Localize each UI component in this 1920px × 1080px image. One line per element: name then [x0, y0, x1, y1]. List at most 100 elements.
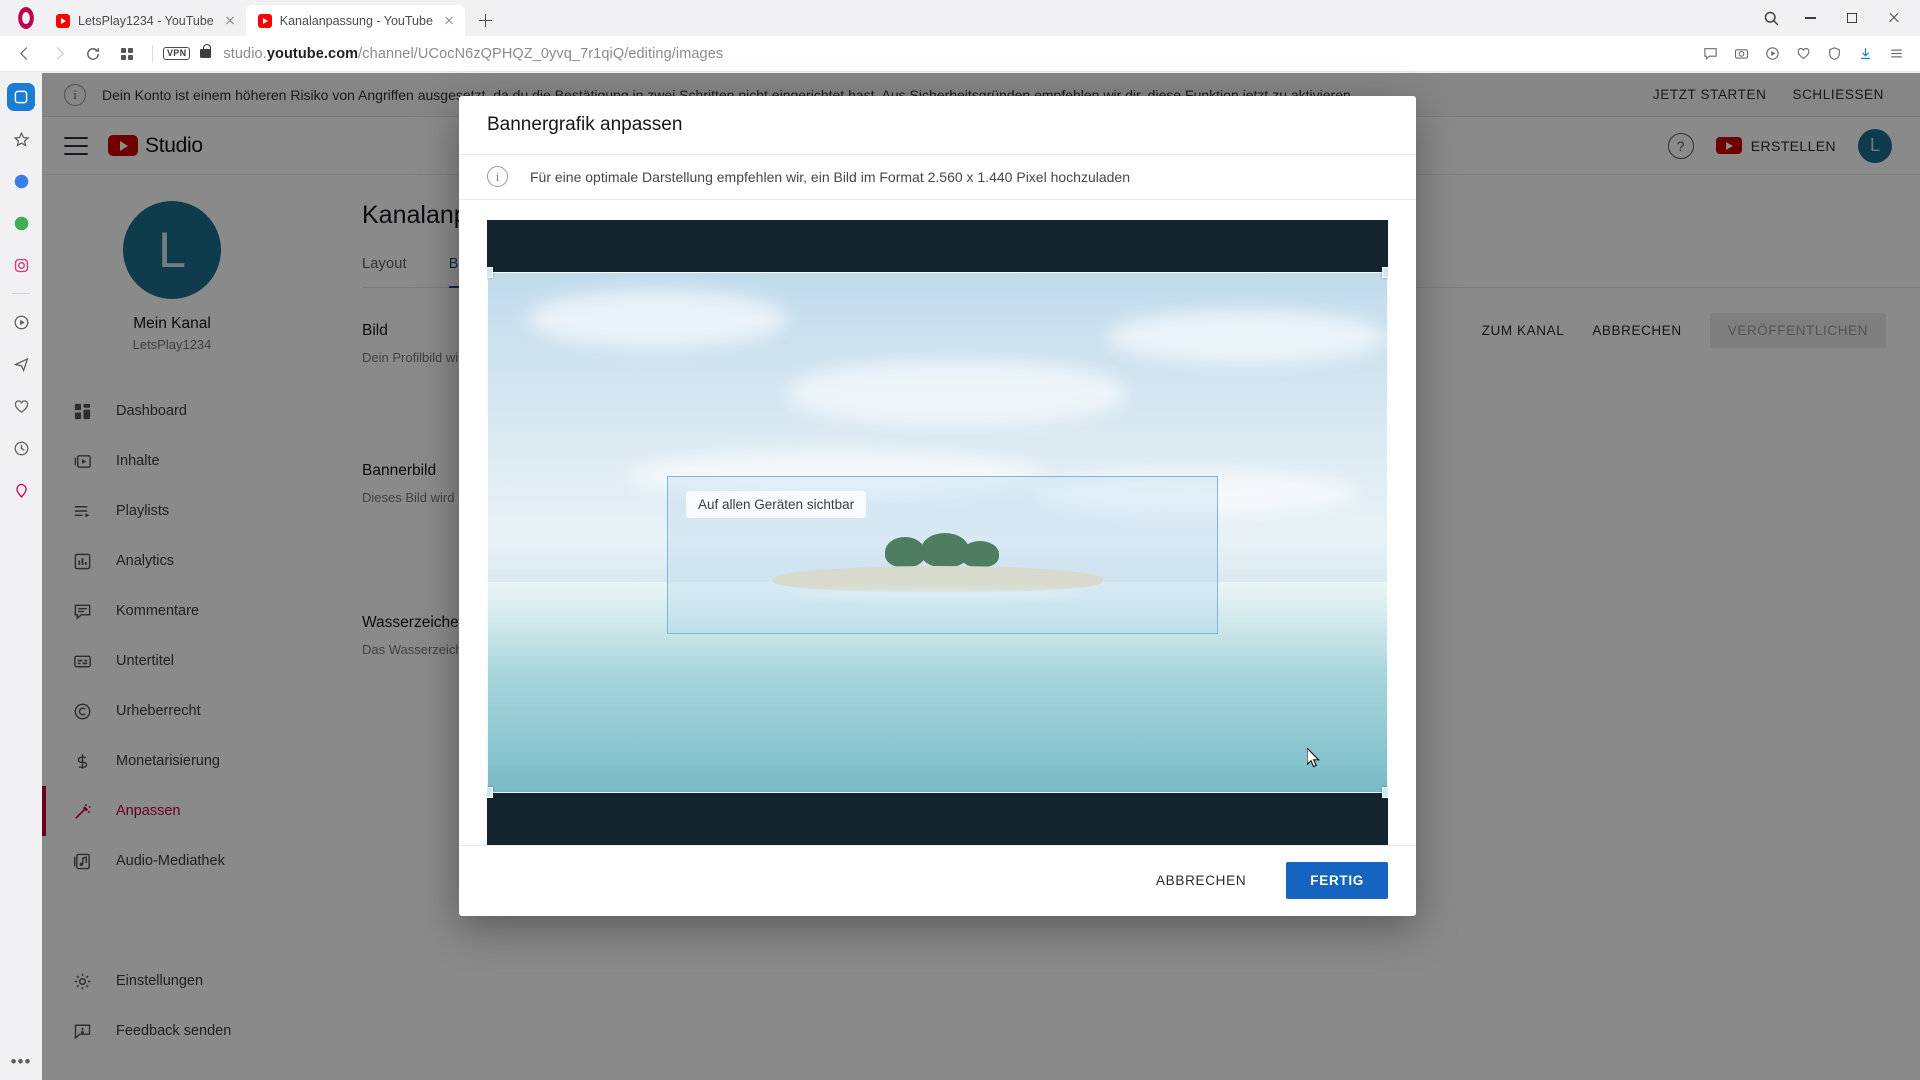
create-label: ERSTELLEN [1750, 137, 1836, 154]
info-circle-icon: i [64, 83, 86, 106]
sidebar-item-audio-mediathek[interactable]: Audio-Mediathek [42, 836, 302, 886]
dollar-icon [70, 749, 94, 773]
player-icon[interactable] [7, 308, 35, 336]
sidebar-item-label: Dashboard [116, 403, 187, 419]
maximize-icon[interactable] [1832, 1, 1872, 35]
camera-icon[interactable] [1727, 40, 1755, 68]
sidebar-item-label: Urheberrecht [116, 703, 201, 719]
reload-button[interactable] [78, 39, 108, 69]
new-tab-button[interactable] [471, 6, 499, 34]
brand-label: Studio [145, 133, 203, 157]
cancel-button[interactable]: ABBRECHEN [1592, 323, 1681, 338]
playlist-icon [70, 499, 94, 523]
studio-sidebar: L Mein Kanal LetsPlay1234 Dashboard Inha… [42, 175, 302, 1080]
dialog-confirm-button[interactable]: FERTIG [1286, 862, 1388, 900]
sidebar-item-analytics[interactable]: Analytics [42, 536, 302, 586]
url-prefix: studio. [223, 45, 267, 62]
dialog-cancel-button[interactable]: ABBRECHEN [1142, 863, 1260, 898]
start-now-button[interactable]: JETZT STARTEN [1653, 87, 1767, 102]
window-controls [1754, 0, 1920, 36]
url-domain: youtube.com [266, 45, 359, 62]
sidebar-item-dashboard[interactable]: Dashboard [42, 386, 302, 436]
analytics-icon [70, 549, 94, 573]
sidebar-item-einstellungen[interactable]: Einstellungen [42, 956, 302, 1006]
sidebar-item-urheberrecht[interactable]: Urheberrecht [42, 686, 302, 736]
youtube-icon [257, 13, 272, 28]
question-mark-icon[interactable]: ? [1667, 132, 1694, 159]
opera-workspace-icon[interactable] [7, 83, 35, 111]
download-icon[interactable] [1851, 40, 1879, 68]
copyright-icon [70, 699, 94, 723]
sidebar-item-label: Untertitel [116, 653, 175, 669]
channel-handle: LetsPlay1234 [132, 337, 212, 352]
close-icon[interactable] [441, 13, 457, 29]
back-button[interactable] [10, 39, 40, 69]
sidebar-item-monetarisierung[interactable]: Monetarisierung [42, 736, 302, 786]
banner-image-preview[interactable]: Auf allen Geräten sichtbar [487, 219, 1388, 845]
sidebar-item-label: Inhalte [116, 453, 160, 469]
alert-actions: JETZT STARTEN SCHLIESSEN [1653, 87, 1898, 102]
avatar[interactable]: L [1858, 128, 1892, 163]
dialog-info-bar: i Für eine optimale Darstellung empfehle… [459, 154, 1416, 200]
shield-icon[interactable] [1820, 40, 1848, 68]
sidebar-item-anpassen[interactable]: Anpassen [42, 786, 302, 836]
channel-name: Mein Kanal [133, 315, 211, 332]
address-bar: VPN studio.youtube.com/channel/UCocN6zQP… [0, 36, 1920, 72]
sidebar-item-playlists[interactable]: Playlists [42, 486, 302, 536]
sidebar-nav-list: Dashboard Inhalte Playlists Analytics Ko… [42, 386, 302, 1056]
safe-area-label: Auf allen Geräten sichtbar [686, 490, 867, 518]
tab-strip: LetsPlay1234 - YouTube Kanalanpassung - … [0, 0, 1920, 36]
tab-grid-icon[interactable] [112, 39, 142, 69]
crop-preview-area: Auf allen Geräten sichtbar [459, 200, 1416, 845]
youtube-icon [108, 135, 138, 156]
messenger-icon[interactable] [7, 167, 35, 195]
opera-sidebar: ••• [0, 73, 42, 1080]
heart-icon[interactable] [7, 392, 35, 420]
gear-icon [70, 969, 94, 993]
comment-icon[interactable] [1696, 40, 1724, 68]
history-icon[interactable] [7, 434, 35, 462]
divider [12, 293, 30, 294]
create-button[interactable]: ERSTELLEN [1715, 137, 1836, 154]
send-icon[interactable] [7, 350, 35, 378]
dialog-title: Bannergrafik anpassen [487, 114, 683, 136]
star-icon[interactable] [7, 125, 35, 153]
close-icon[interactable] [1874, 1, 1914, 35]
publish-button[interactable]: VERÖFFENTLICHEN [1709, 313, 1886, 348]
dismiss-button[interactable]: SCHLIESSEN [1792, 87, 1884, 102]
pin-icon[interactable] [7, 476, 35, 504]
safe-area-box[interactable]: Auf allen Geräten sichtbar [667, 475, 1218, 634]
search-icon[interactable] [1754, 1, 1788, 35]
youtube-studio-logo[interactable]: Studio [108, 134, 203, 158]
sidebar-item-label: Einstellungen [116, 973, 204, 989]
menu-icon[interactable] [64, 136, 88, 155]
close-icon[interactable] [222, 13, 238, 29]
whatsapp-icon[interactable] [7, 209, 35, 237]
instagram-icon[interactable] [7, 251, 35, 279]
heart-icon[interactable] [1789, 40, 1817, 68]
vpn-badge[interactable]: VPN [163, 46, 191, 61]
forward-button[interactable] [44, 39, 74, 69]
camera-icon [1715, 137, 1742, 154]
sidebar-item-feedback[interactable]: Feedback senden [42, 1006, 302, 1056]
subtitles-icon [70, 649, 94, 673]
more-icon[interactable]: ••• [11, 1053, 32, 1070]
sidebar-item-inhalte[interactable]: Inhalte [42, 436, 302, 486]
mouse-cursor [1307, 747, 1321, 767]
browser-tab-2[interactable]: Kanalanpassung - YouTube [245, 5, 465, 36]
sidebar-item-label: Playlists [116, 503, 170, 519]
sidebar-item-label: Anpassen [116, 803, 181, 819]
avatar[interactable]: L [123, 201, 221, 299]
player-icon[interactable] [1758, 40, 1786, 68]
comment-icon [70, 599, 94, 623]
menu-icon[interactable] [1882, 40, 1910, 68]
sidebar-item-untertitel[interactable]: Untertitel [42, 636, 302, 686]
url-path: /channel/UCocN6zQPHQZ_0yvq_7r1qiQ/editin… [358, 45, 724, 62]
minimize-icon[interactable] [1790, 1, 1830, 35]
url-text[interactable]: studio.youtube.com/channel/UCocN6zQPHQZ_… [223, 46, 723, 62]
view-channel-button[interactable]: ZUM KANAL [1482, 323, 1565, 338]
tab-layout[interactable]: Layout [362, 256, 407, 288]
browser-tab-1[interactable]: LetsPlay1234 - YouTube [44, 5, 246, 36]
sidebar-item-kommentare[interactable]: Kommentare [42, 586, 302, 636]
dialog-footer: ABBRECHEN FERTIG [459, 844, 1416, 916]
